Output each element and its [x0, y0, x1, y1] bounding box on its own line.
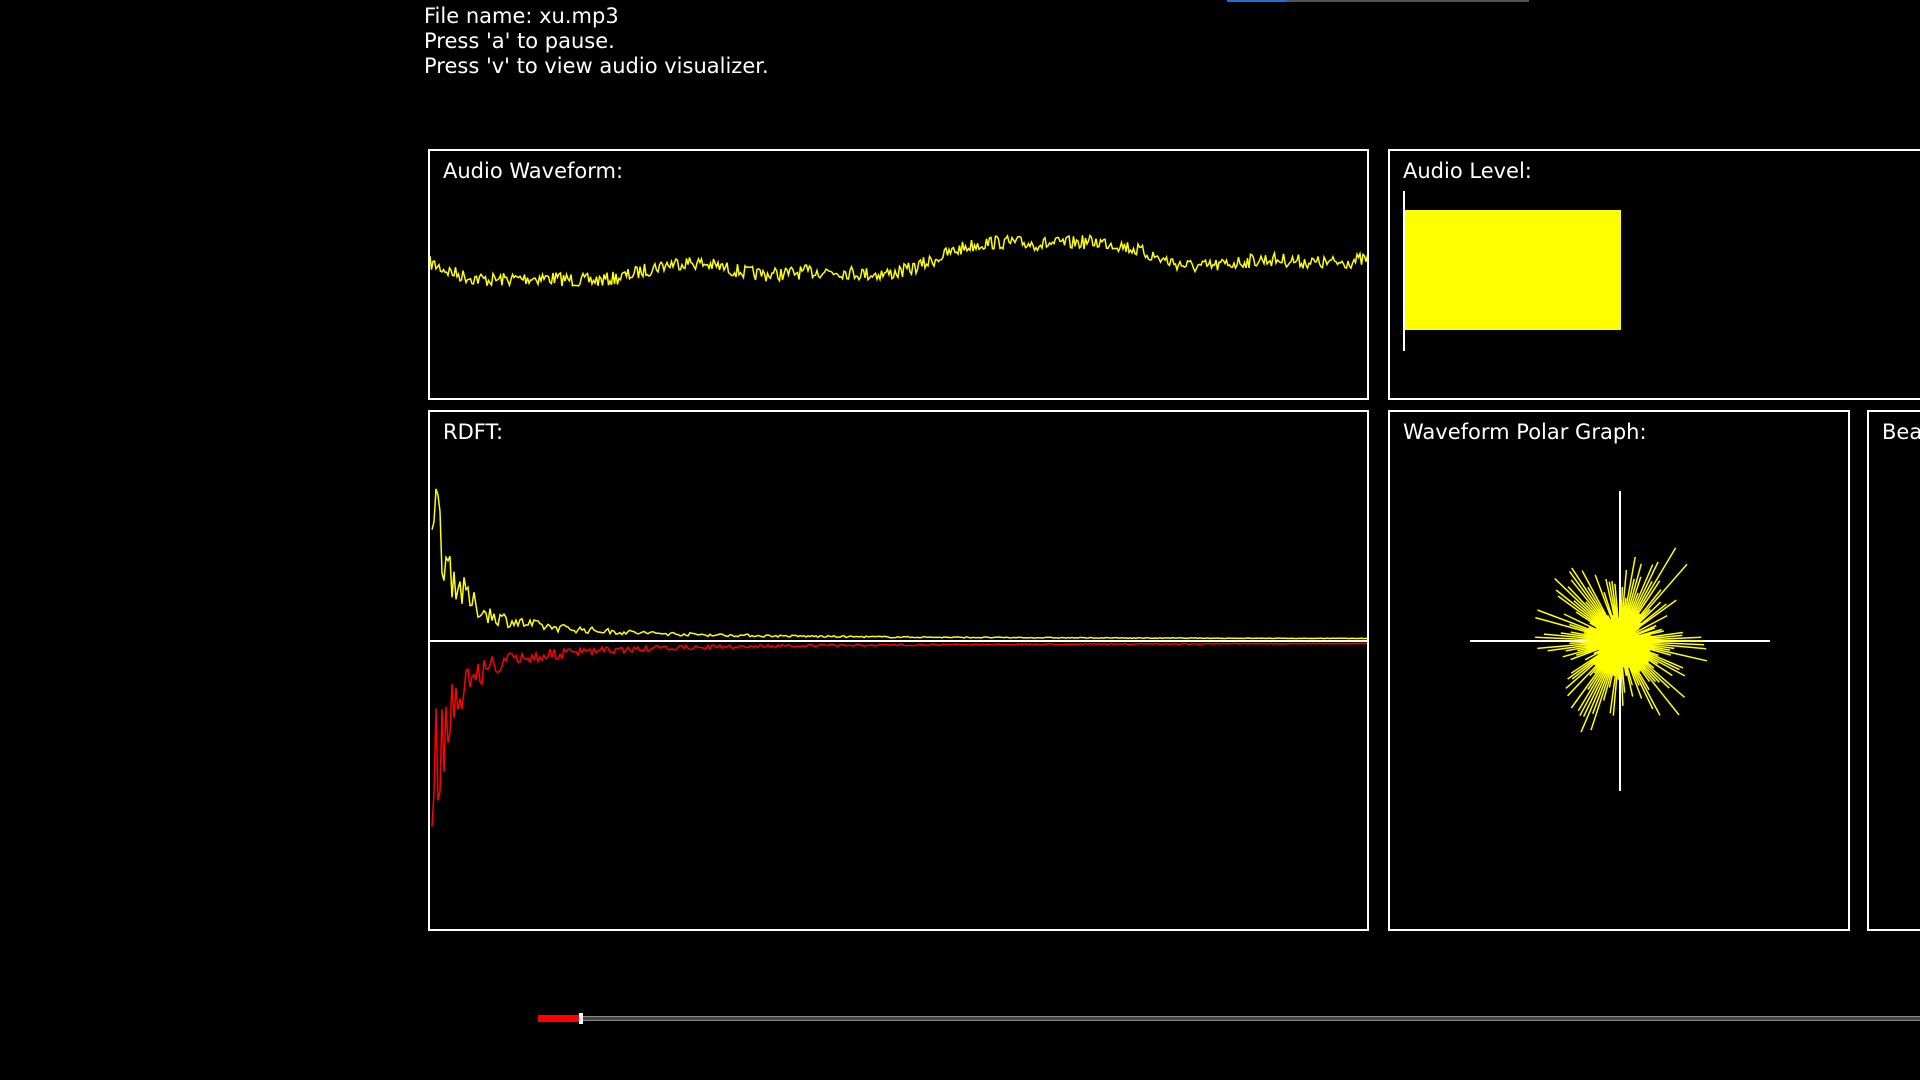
polar-title: Waveform Polar Graph: — [1403, 420, 1647, 444]
rdft-negative-line — [431, 642, 1367, 827]
level-bar — [1405, 210, 1621, 330]
rdft-panel: RDFT: — [428, 410, 1369, 931]
top-progress-indicator — [1227, 0, 1529, 2]
rdft-plot — [430, 488, 1367, 827]
waveform-polar-panel: Waveform Polar Graph: — [1388, 410, 1850, 931]
file-name-label: File name: xu.mp3 — [424, 4, 619, 28]
audio-waveform-title: Audio Waveform: — [443, 159, 624, 183]
info-text: File name: xu.mp3 Press 'a' to pause. Pr… — [424, 4, 769, 79]
rdft-positive-line — [431, 488, 1367, 640]
beat-title: Bea — [1882, 420, 1920, 444]
visualizer-hint: Press 'v' to view audio visualizer. — [424, 54, 769, 78]
audio-level-panel: Audio Level: — [1388, 149, 1920, 400]
waveform-line — [430, 233, 1367, 288]
audio-level-meter — [1403, 191, 1621, 351]
beat-panel: Bea — [1867, 410, 1920, 931]
waveform-plot — [430, 233, 1367, 288]
polar-graph — [1470, 491, 1770, 791]
seek-handle[interactable] — [579, 1013, 584, 1024]
pause-hint: Press 'a' to pause. — [424, 29, 615, 53]
rdft-title: RDFT: — [443, 420, 504, 444]
seek-track[interactable] — [538, 1016, 1920, 1021]
seek-progress-fill — [538, 1015, 580, 1022]
playback-seek-bar[interactable] — [538, 1012, 1920, 1024]
audio-level-title: Audio Level: — [1403, 159, 1532, 183]
top-progress-fill — [1227, 0, 1288, 2]
audio-waveform-panel: Audio Waveform: — [428, 149, 1369, 400]
